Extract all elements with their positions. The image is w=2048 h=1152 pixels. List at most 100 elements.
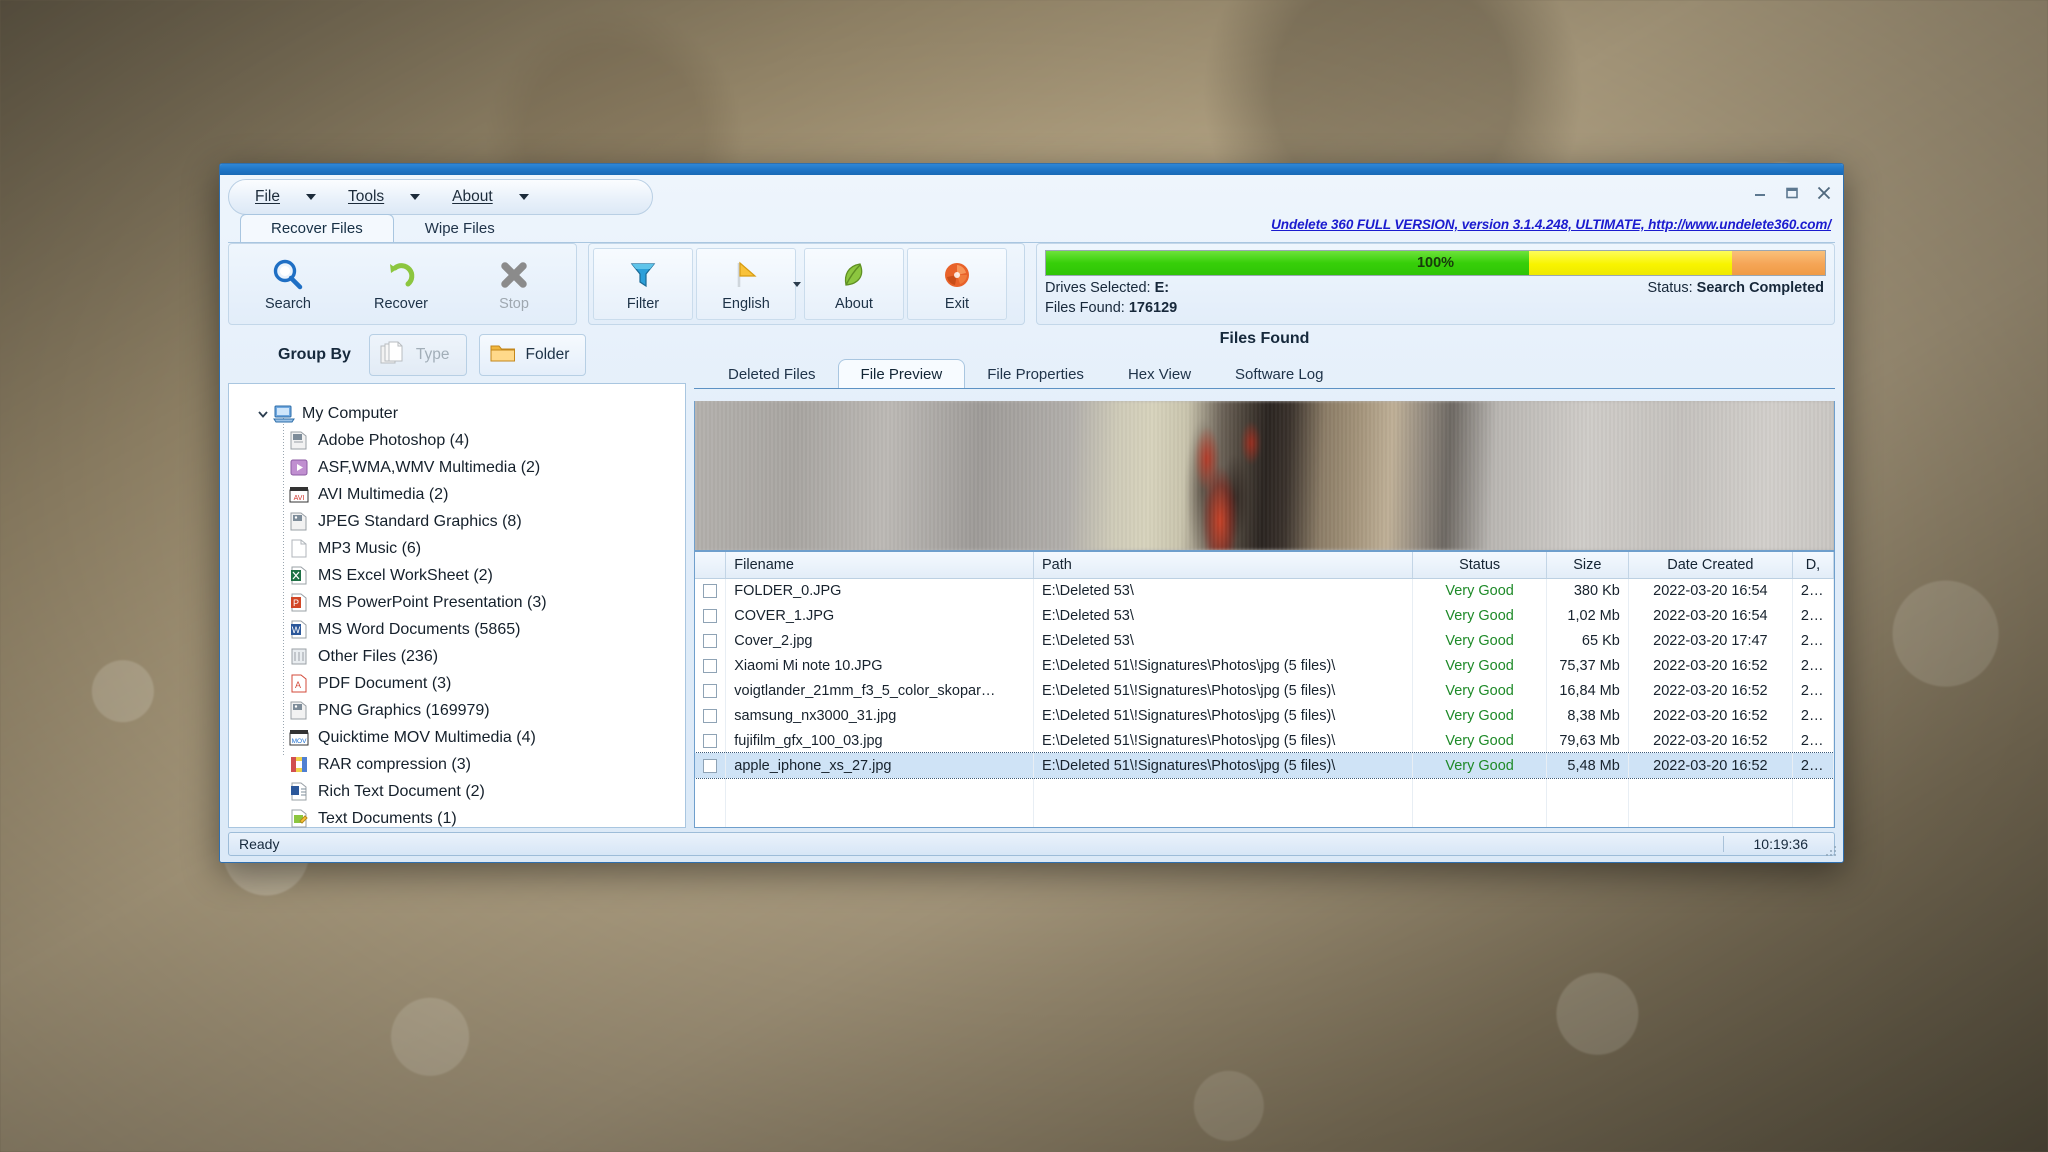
status-value: Search Completed [1696, 280, 1824, 296]
tree-item[interactable]: W MS Word Documents (5865) [229, 616, 685, 643]
cell-path: E:\Deleted 53\ [1033, 578, 1414, 603]
tree-item[interactable]: MS Excel WorkSheet (2) [229, 562, 685, 589]
column-header-path[interactable]: Path [1033, 552, 1414, 579]
tree-item[interactable]: PNG Graphics (169979) [229, 697, 685, 724]
recover-button[interactable]: Recover [346, 248, 456, 320]
tab-software-log[interactable]: Software Log [1213, 360, 1345, 388]
chevron-down-icon[interactable] [410, 194, 421, 200]
tree-item[interactable]: A PDF Document (3) [229, 670, 685, 697]
window-title-strip[interactable] [220, 164, 1843, 175]
row-checkbox[interactable] [703, 608, 718, 623]
filter-button[interactable]: Filter [593, 248, 693, 320]
table-row[interactable]: FOLDER_0.JPG E:\Deleted 53\ Very Good 380 K… [695, 578, 1834, 603]
group-by-type-button[interactable]: Type [368, 334, 467, 376]
table-row[interactable]: voigtlander_21mm_f3_5_color_skopar… E:\De… [695, 678, 1834, 703]
tree-item[interactable]: Rich Text Document (2) [229, 778, 685, 805]
column-header-check[interactable] [695, 552, 727, 579]
column-header-date-modified[interactable]: D, [1792, 552, 1834, 579]
row-checkbox[interactable] [703, 583, 718, 598]
powerpoint-file-icon: P [289, 593, 311, 613]
menu-file[interactable]: File [229, 180, 322, 214]
tab-hex-view[interactable]: Hex View [1106, 360, 1213, 388]
minimize-icon[interactable] [1751, 184, 1769, 202]
exit-button[interactable]: Exit [907, 248, 1007, 320]
tree-item[interactable]: Other Files (236) [229, 643, 685, 670]
row-checkbox[interactable] [703, 683, 718, 698]
search-progress-bar: 100% [1045, 250, 1826, 276]
cell-date-created: 2022-03-20 16:52 [1628, 728, 1793, 753]
menu-tools[interactable]: Tools [322, 180, 426, 214]
files-table-container[interactable]: Filename Path Status Size Date Created D… [694, 551, 1835, 828]
tab-recover-files[interactable]: Recover Files [240, 214, 394, 243]
table-row[interactable]: samsung_nx3000_31.jpg E:\Deleted 51\!Sign… [695, 703, 1834, 728]
media-play-icon [289, 458, 311, 478]
row-checkbox-cell[interactable] [695, 653, 727, 678]
tree-root-my-computer[interactable]: My Computer [229, 400, 685, 427]
empty-cell [1412, 778, 1547, 803]
tree-item[interactable]: Adobe Photoshop (4) [229, 427, 685, 454]
tab-deleted-files[interactable]: Deleted Files [706, 360, 838, 388]
resize-grip[interactable] [1826, 845, 1838, 857]
cell-filename: samsung_nx3000_31.jpg [725, 703, 1034, 728]
cell-path: E:\Deleted 51\!Signatures\Photos\jpg (5 … [1033, 728, 1414, 753]
language-button[interactable]: English [696, 248, 796, 320]
menu-about[interactable]: About [426, 180, 535, 214]
tab-file-properties[interactable]: File Properties [965, 360, 1106, 388]
column-header-status[interactable]: Status [1412, 552, 1547, 579]
table-row[interactable]: COVER_1.JPG E:\Deleted 53\ Very Good 1,02 M… [695, 603, 1834, 628]
file-type-tree[interactable]: My Computer Adobe Photoshop (4) ASF,WMA,W… [228, 383, 686, 854]
rtf-file-icon [289, 782, 311, 802]
row-checkbox-cell[interactable] [695, 628, 727, 653]
cell-size: 380 Kb [1546, 578, 1629, 603]
files-found-label: Files Found: [1045, 300, 1125, 316]
chevron-down-icon[interactable] [229, 408, 273, 420]
chevron-down-icon[interactable] [305, 194, 316, 200]
cell-status: Very Good [1412, 678, 1547, 703]
version-promo-link[interactable]: Undelete 360 FULL VERSION, version 3.1.4… [1271, 217, 1831, 232]
row-checkbox-cell[interactable] [695, 603, 727, 628]
table-row[interactable]: fujifilm_gfx_100_03.jpg E:\Deleted 51\!Si… [695, 728, 1834, 753]
text-file-icon [289, 809, 311, 829]
row-checkbox[interactable] [703, 758, 718, 773]
tree-item[interactable]: Text Documents (1) [229, 805, 685, 832]
maximize-icon[interactable] [1783, 184, 1801, 202]
tab-file-preview[interactable]: File Preview [837, 359, 966, 388]
menu-bar: File Tools About [228, 179, 653, 215]
search-button[interactable]: Search [233, 248, 343, 320]
row-checkbox[interactable] [703, 633, 718, 648]
row-checkbox[interactable] [703, 733, 718, 748]
row-checkbox-cell[interactable] [695, 703, 727, 728]
column-header-date-created[interactable]: Date Created [1628, 552, 1793, 579]
row-checkbox-cell[interactable] [695, 728, 727, 753]
table-row[interactable]: apple_iphone_xs_27.jpg E:\Deleted 51\!Sig… [695, 752, 1834, 779]
row-checkbox[interactable] [703, 708, 718, 723]
tree-item[interactable]: JPEG Standard Graphics (8) [229, 508, 685, 535]
column-header-filename[interactable]: Filename [725, 552, 1034, 579]
column-header-size[interactable]: Size [1546, 552, 1629, 579]
cell-date-created: 2022-03-20 16:54 [1628, 603, 1793, 628]
row-checkbox-cell[interactable] [695, 678, 727, 703]
tree-item[interactable]: RAR compression (3) [229, 751, 685, 778]
cross-x-icon [497, 257, 531, 293]
row-checkbox-cell[interactable] [695, 578, 727, 603]
search-button-label: Search [265, 295, 311, 312]
chevron-down-icon[interactable] [793, 281, 801, 287]
cell-date-created: 2022-03-20 16:52 [1628, 678, 1793, 703]
tree-item[interactable]: P MS PowerPoint Presentation (3) [229, 589, 685, 616]
chevron-down-icon[interactable] [518, 194, 529, 200]
row-checkbox[interactable] [703, 658, 718, 673]
stop-button[interactable]: Stop [459, 248, 569, 320]
row-checkbox-cell[interactable] [695, 753, 727, 778]
tree-item[interactable]: MOV Quicktime MOV Multimedia (4) [229, 724, 685, 751]
close-icon[interactable] [1815, 184, 1833, 202]
table-row[interactable]: Cover_2.jpg E:\Deleted 53\ Very Good 65 Kb 2… [695, 628, 1834, 653]
tree-item[interactable]: ZIP compression (3) [229, 859, 685, 862]
cell-date-modified: 202 [1792, 653, 1834, 678]
tree-item[interactable]: MP3 Music (6) [229, 535, 685, 562]
table-row[interactable]: Xiaomi Mi note 10.JPG E:\Deleted 51\!Sign… [695, 653, 1834, 678]
about-button[interactable]: About [804, 248, 904, 320]
tree-item[interactable]: AVI AVI Multimedia (2) [229, 481, 685, 508]
group-by-folder-button[interactable]: Folder [478, 334, 587, 376]
tree-item[interactable]: ASF,WMA,WMV Multimedia (2) [229, 454, 685, 481]
tab-wipe-files[interactable]: Wipe Files [394, 214, 526, 243]
